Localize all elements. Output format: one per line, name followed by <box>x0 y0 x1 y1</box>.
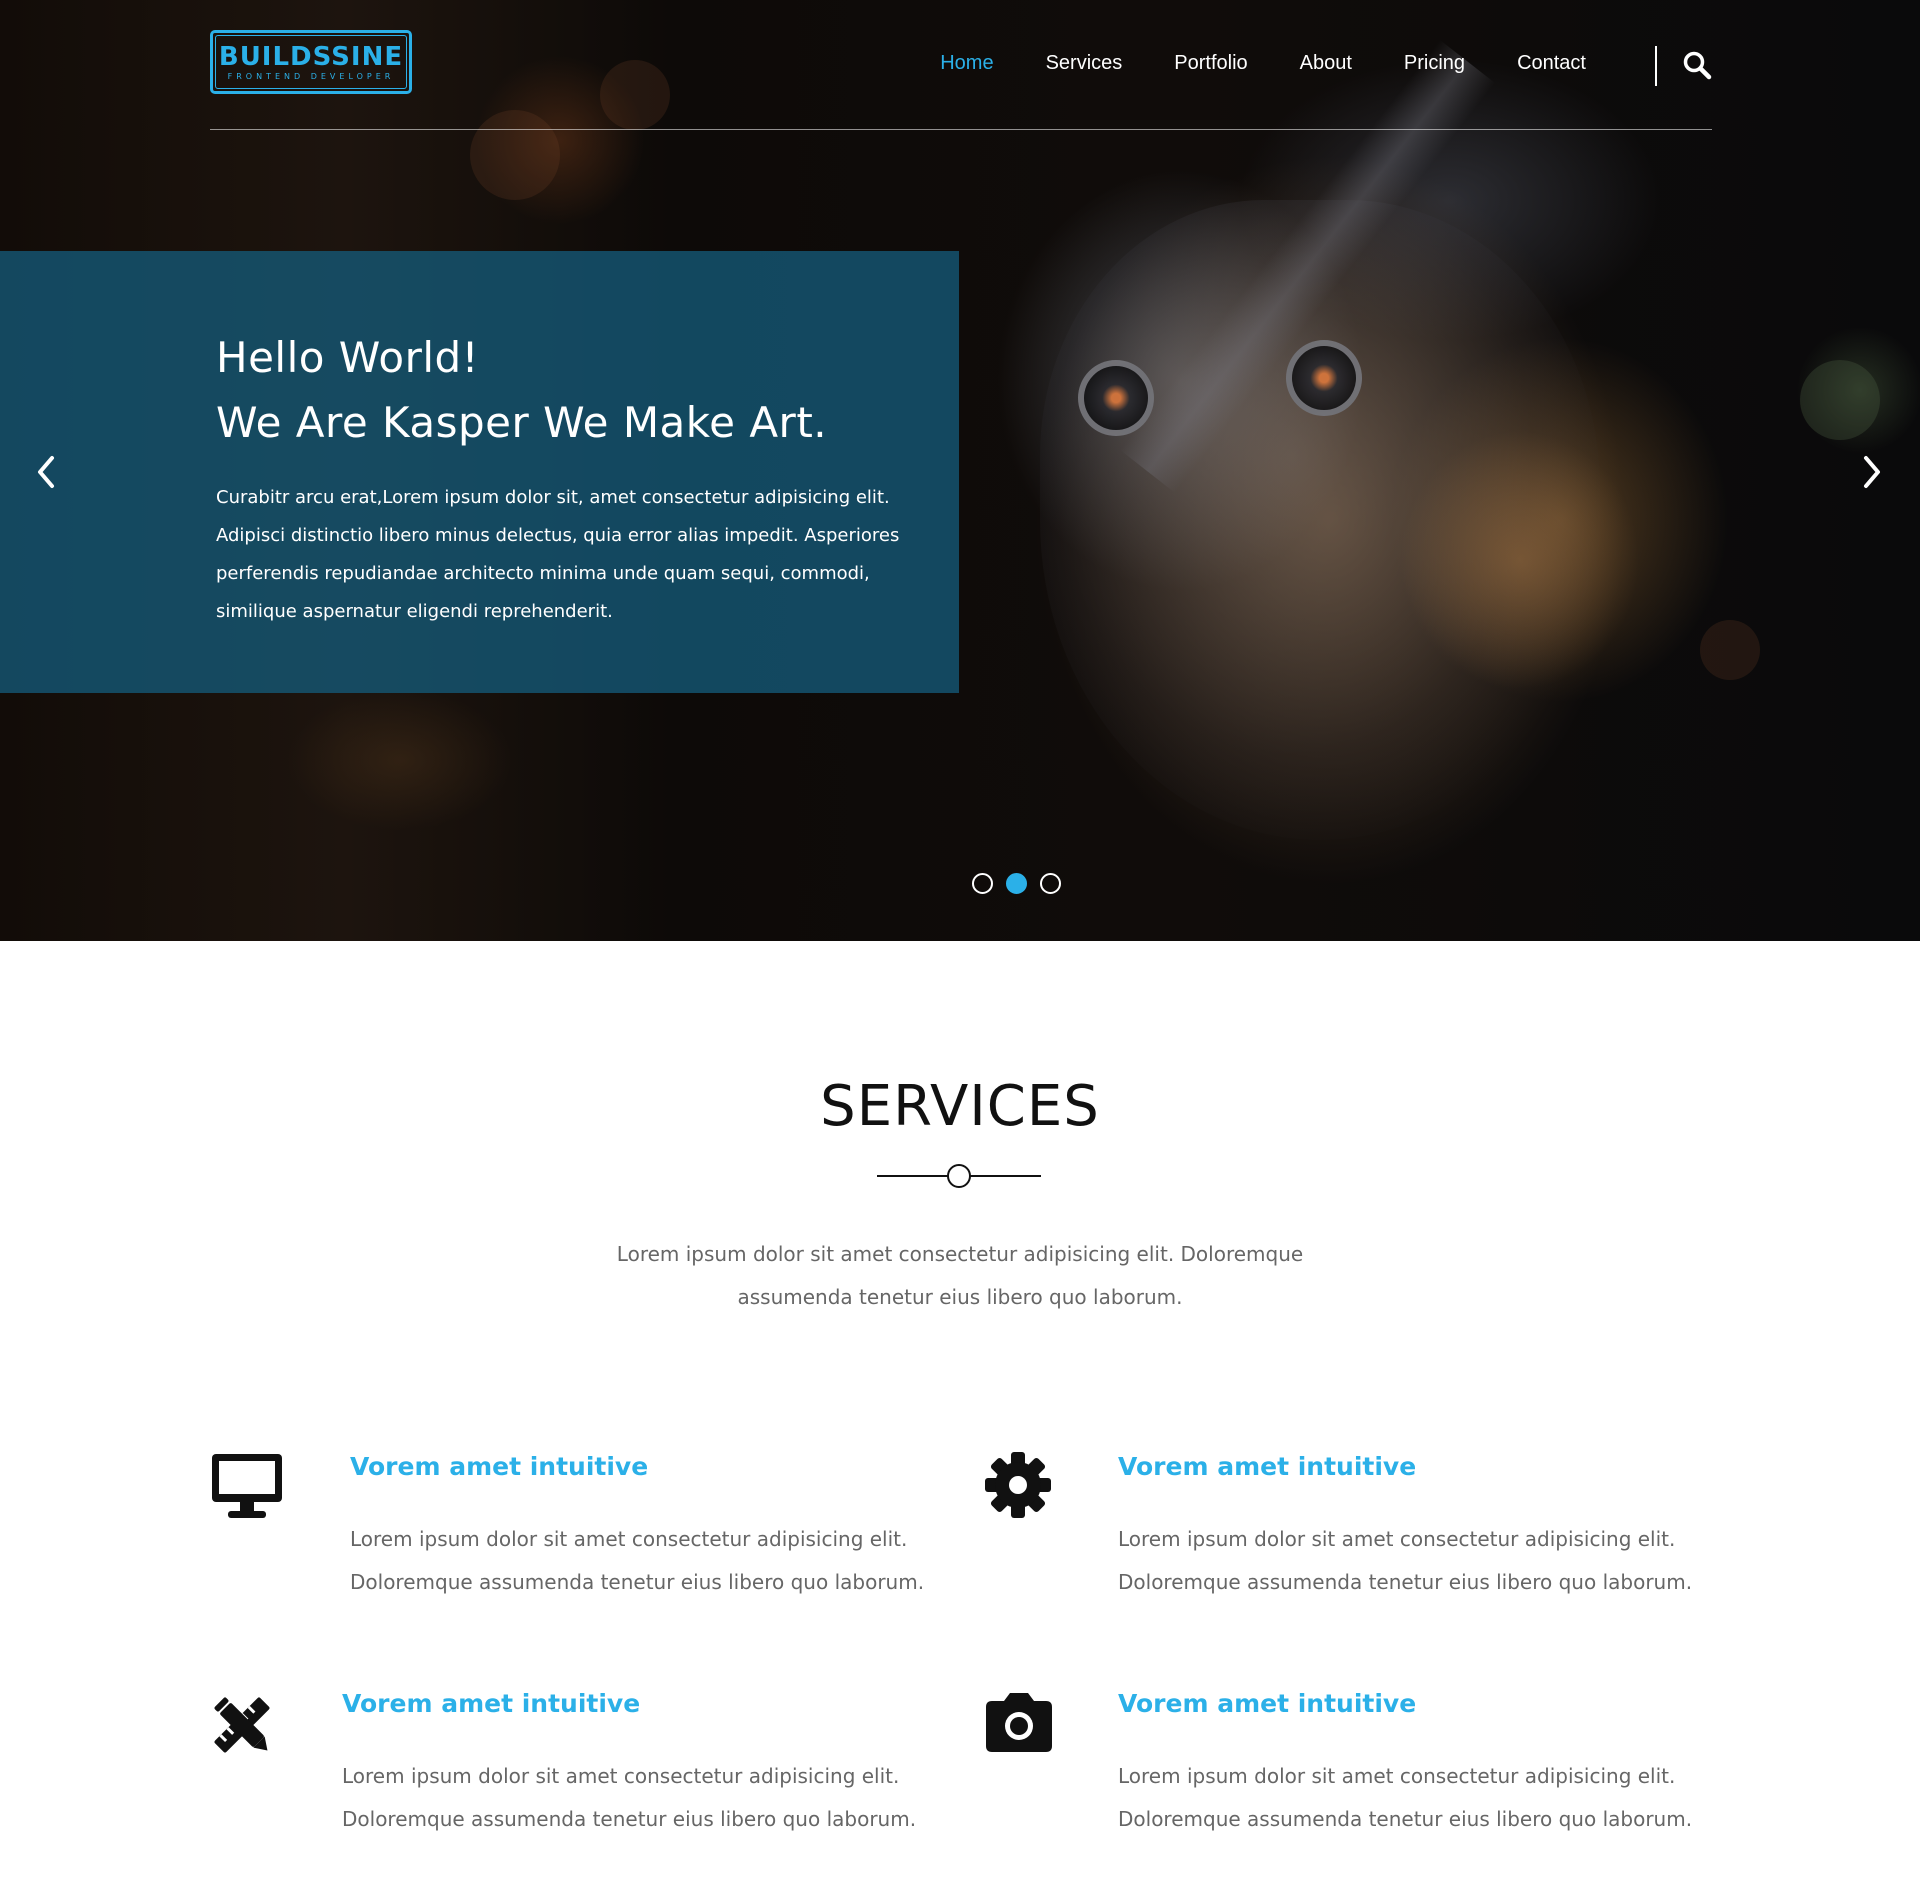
service-title: Vorem amet intuitive <box>342 1689 641 1718</box>
background-bokeh <box>1800 360 1880 440</box>
service-text: Lorem ipsum dolor sit amet consectetur a… <box>1118 1527 1693 1594</box>
nav-item-contact[interactable]: Contact <box>1491 53 1612 73</box>
camera-icon <box>984 1685 1064 1765</box>
divider-line <box>969 1175 1041 1177</box>
hero-robot-plate <box>1400 430 1640 690</box>
nav-item-services[interactable]: Services <box>1020 53 1149 73</box>
nav-item-about[interactable]: About <box>1274 53 1378 73</box>
pencil-ruler-icon <box>208 1685 288 1765</box>
services-intro: Lorem ipsum dolor sit amet consectetur a… <box>616 1242 1304 1309</box>
divider-circle <box>947 1164 971 1188</box>
service-title: Vorem amet intuitive <box>350 1452 649 1481</box>
nav-item-pricing[interactable]: Pricing <box>1378 53 1491 73</box>
slide-title: Hello World! We Are Kasper We Make Art. <box>216 325 827 455</box>
site-header: BUILDSSINE FRONTEND DEVELOPER Home Servi… <box>210 30 1712 130</box>
site-logo[interactable]: BUILDSSINE FRONTEND DEVELOPER <box>210 30 412 94</box>
slider-dot-1[interactable] <box>972 873 993 894</box>
robot-eye <box>1078 360 1154 436</box>
chevron-right-icon[interactable] <box>1852 448 1892 496</box>
slider-dot-2[interactable] <box>1006 873 1027 894</box>
service-text: Lorem ipsum dolor sit amet consectetur a… <box>1118 1764 1693 1831</box>
slide-title-line-2: We Are Kasper We Make Art. <box>216 398 828 447</box>
logo-frame: BUILDSSINE FRONTEND DEVELOPER <box>215 35 407 89</box>
slider-dots <box>972 873 1061 894</box>
desktop-icon <box>208 1448 288 1528</box>
divider-line <box>877 1175 949 1177</box>
slide-description: Curabitr arcu erat,Lorem ipsum dolor sit… <box>216 487 900 622</box>
slide-title-line-1: Hello World! <box>216 333 480 382</box>
service-text: Lorem ipsum dolor sit amet consectetur a… <box>350 1527 925 1594</box>
nav-item-home[interactable]: Home <box>914 53 1019 73</box>
chevron-left-icon[interactable] <box>26 448 66 496</box>
hero-slider: BUILDSSINE FRONTEND DEVELOPER Home Servi… <box>0 0 1920 941</box>
main-nav: Home Services Portfolio About Pricing Co… <box>914 53 1612 73</box>
nav-item-portfolio[interactable]: Portfolio <box>1148 53 1273 73</box>
logo-text: BUILDSSINE <box>218 42 404 72</box>
section-divider <box>877 1163 1041 1189</box>
robot-eye <box>1286 340 1362 416</box>
search-icon[interactable] <box>1682 50 1712 80</box>
service-title: Vorem amet intuitive <box>1118 1689 1417 1718</box>
slider-dot-3[interactable] <box>1040 873 1061 894</box>
service-text: Lorem ipsum dolor sit amet consectetur a… <box>342 1764 917 1831</box>
services-title: SERVICES <box>820 1074 1100 1139</box>
service-title: Vorem amet intuitive <box>1118 1452 1417 1481</box>
nav-divider <box>1655 46 1657 86</box>
logo-tagline: FRONTEND DEVELOPER <box>227 72 395 81</box>
slide-caption: Hello World! We Are Kasper We Make Art. … <box>0 251 959 693</box>
gear-icon <box>984 1448 1064 1528</box>
background-bokeh <box>1700 620 1760 680</box>
